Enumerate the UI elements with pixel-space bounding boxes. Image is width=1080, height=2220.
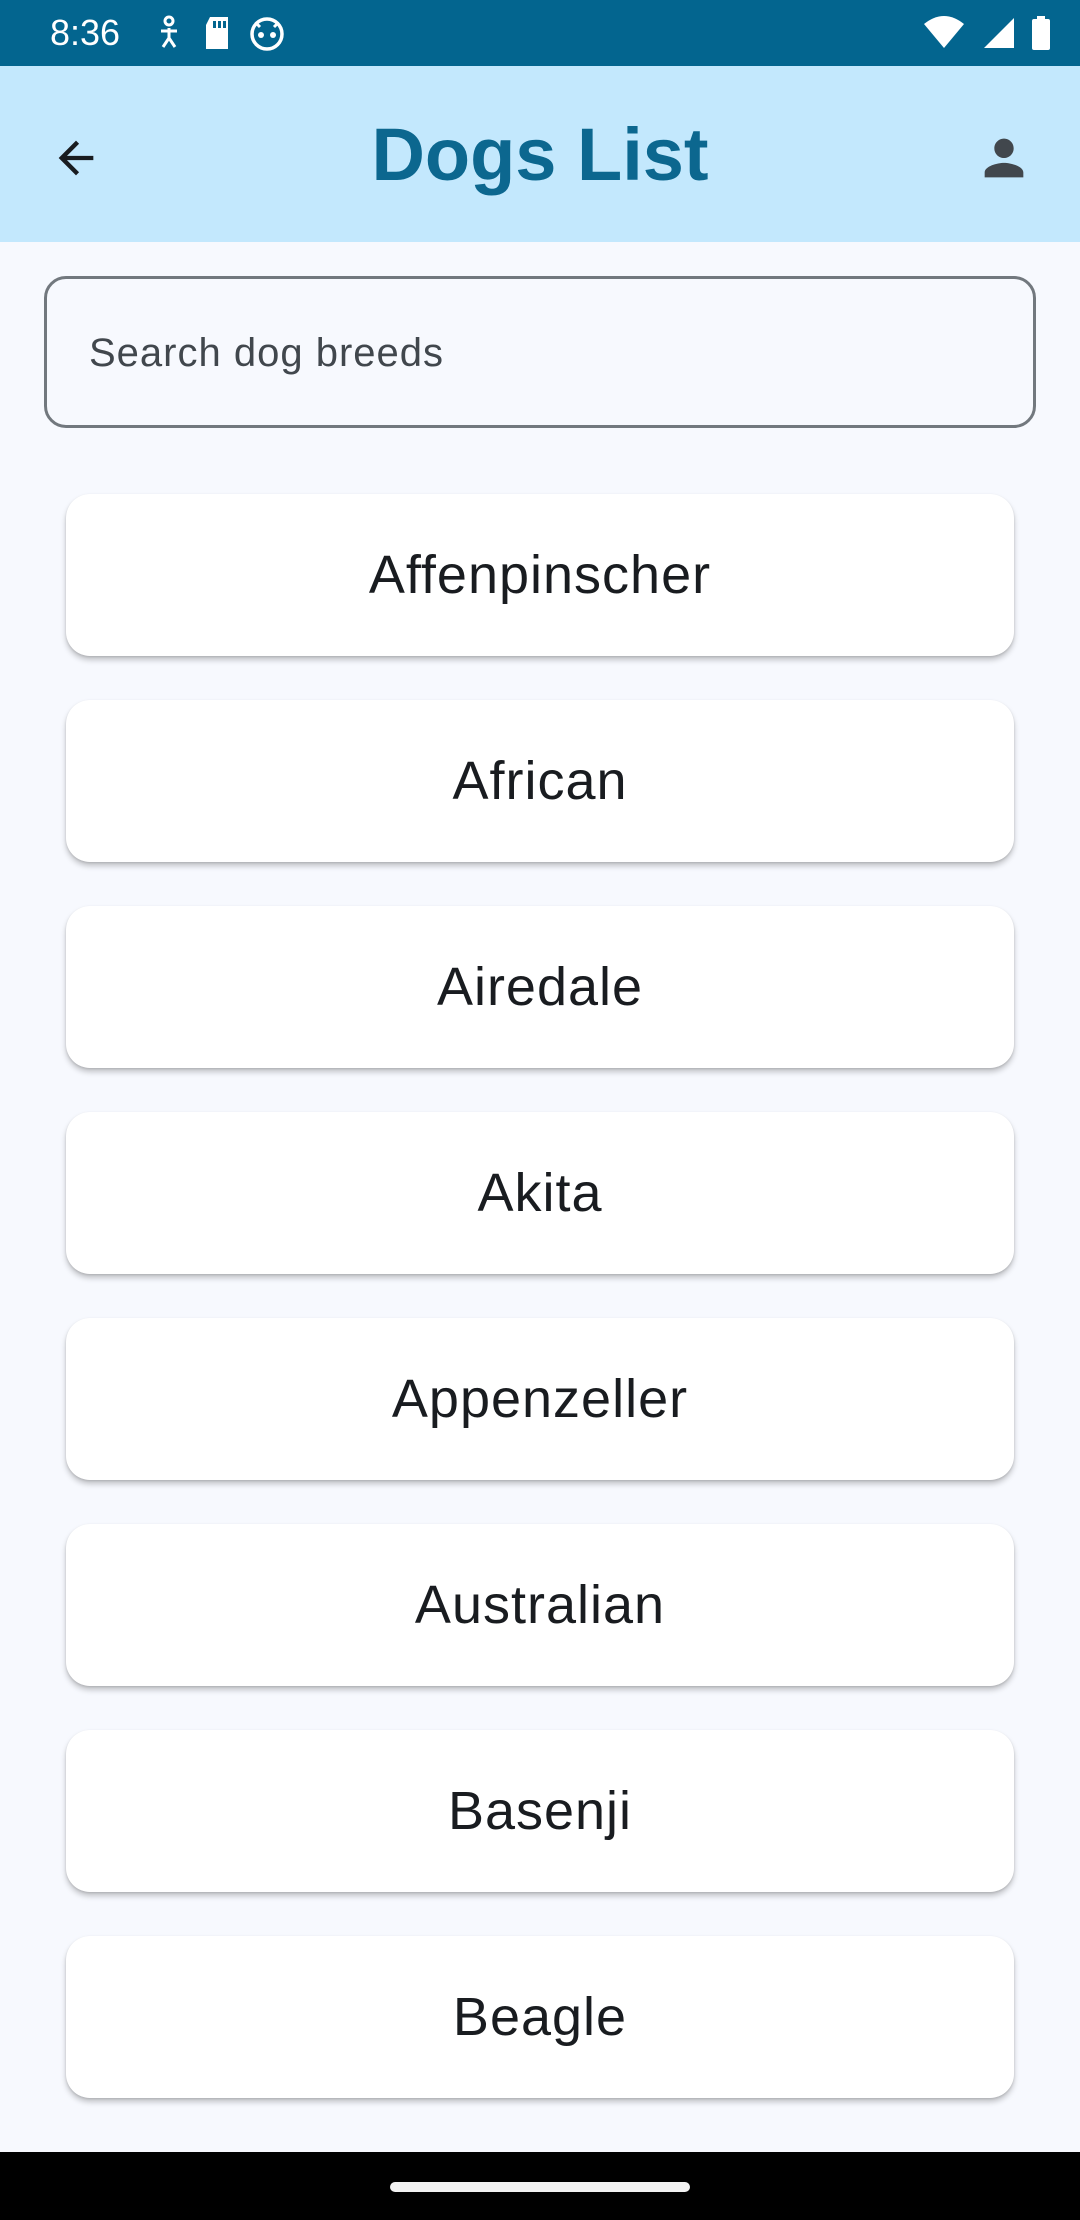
breed-name: African [452,751,628,811]
profile-button[interactable] [962,116,1046,200]
breed-name: Appenzeller [391,1369,689,1429]
breed-name: Airedale [436,957,644,1017]
sd-card-icon [206,17,228,49]
breed-name: Australian [414,1575,666,1635]
breed-name: Beagle [452,1987,628,2047]
status-icons-right [922,14,1052,52]
signal-icon [984,18,1014,48]
app-bar: Dogs List [0,66,1080,242]
breed-card-australian[interactable]: Australian [66,1524,1014,1686]
status-bar: 8:36 [0,0,1080,66]
accessibility-icon [161,15,177,48]
breed-card-akita[interactable]: Akita [66,1112,1014,1274]
breed-name: Basenji [447,1781,633,1841]
breed-card-beagle[interactable]: Beagle [66,1936,1014,2098]
search-field[interactable] [44,276,1036,428]
search-input[interactable] [87,279,991,427]
status-time: 8:36 [50,12,121,53]
breed-card-basenji[interactable]: Basenji [66,1730,1014,1892]
android-face-icon [250,17,284,51]
battery-icon [1032,16,1050,50]
person-icon [984,138,1024,178]
breed-card-affenpinscher[interactable]: Affenpinscher [66,494,1014,656]
status-icons-left [152,14,286,52]
home-indicator[interactable] [390,2182,690,2192]
breed-card-appenzeller[interactable]: Appenzeller [66,1318,1014,1480]
page-title: Dogs List [371,113,709,196]
breed-card-african[interactable]: African [66,700,1014,862]
breed-name: Akita [477,1163,603,1223]
navigation-bar [0,2152,1080,2220]
wifi-icon [924,16,964,48]
breed-card-airedale[interactable]: Airedale [66,906,1014,1068]
breed-name: Affenpinscher [368,545,712,605]
breed-list: Affenpinscher African Airedale Akita App… [66,494,1014,2142]
